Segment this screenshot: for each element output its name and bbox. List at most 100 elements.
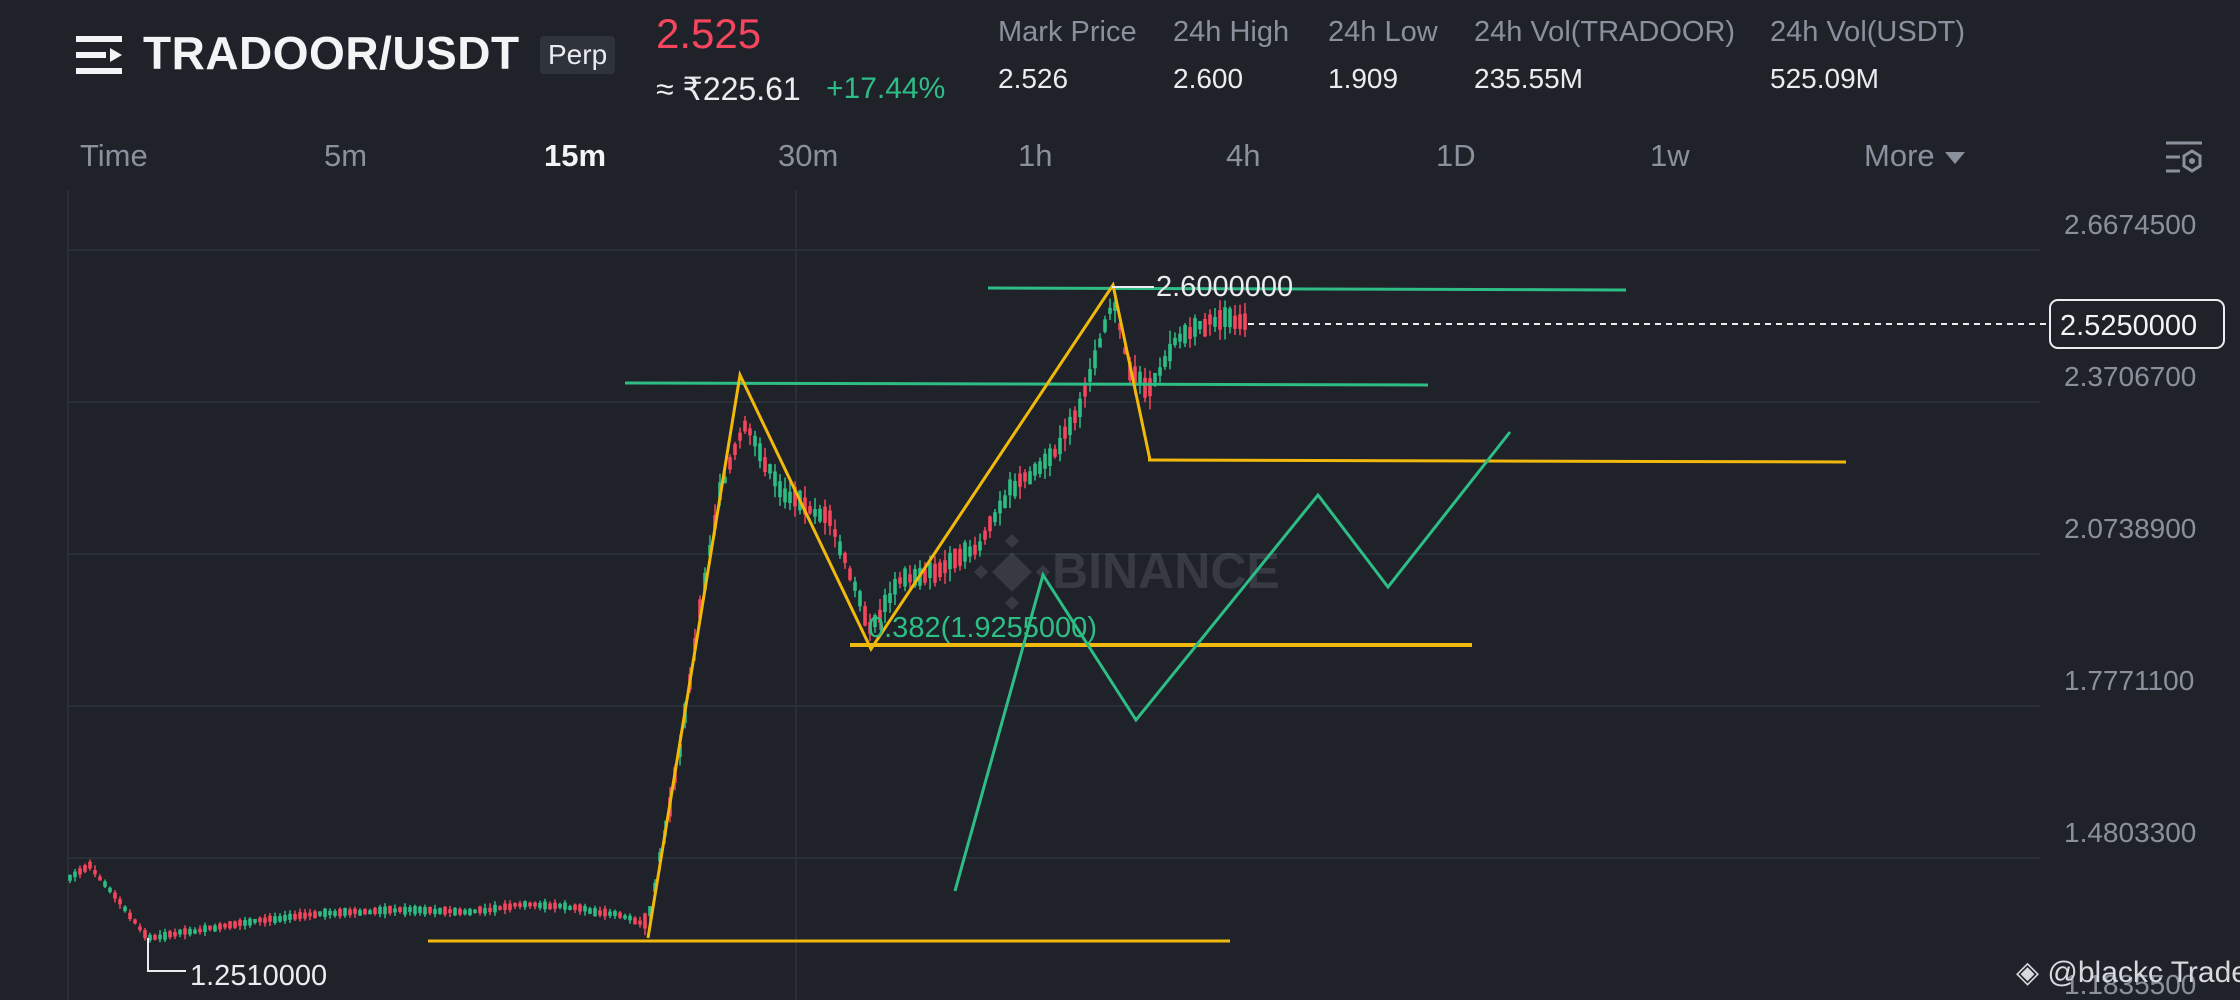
- tab-15m[interactable]: 15m: [544, 138, 606, 174]
- candle-body: [493, 904, 497, 913]
- change-percent: +17.44%: [826, 72, 946, 105]
- signal-icon: ◈: [2016, 956, 2040, 989]
- candle-body: [393, 908, 397, 913]
- candle-body: [538, 902, 542, 908]
- tab-4h[interactable]: 4h: [1226, 138, 1260, 174]
- candle-body: [253, 918, 257, 923]
- stat-24h-vol-base: 24h Vol(TRADOOR) 235.55M: [1474, 16, 1735, 95]
- candle-body: [103, 881, 107, 887]
- candle-body: [283, 914, 287, 921]
- chevron-down-icon: [1944, 151, 1965, 164]
- watermark-logo-text: BINANCE: [1052, 543, 1280, 599]
- menu-icon[interactable]: [76, 34, 122, 76]
- candle-body: [1103, 319, 1107, 332]
- candle-body: [963, 542, 967, 562]
- tab-1w[interactable]: 1w: [1650, 138, 1690, 174]
- chart-settings-icon[interactable]: [2164, 139, 2204, 179]
- binance-logo-icon: [973, 533, 1051, 611]
- candle-body: [553, 902, 557, 909]
- candle-body: [818, 508, 822, 522]
- candle-body: [1193, 318, 1197, 337]
- tab-5m[interactable]: 5m: [324, 138, 367, 174]
- candle-body: [1208, 314, 1212, 325]
- low-marker-tick: [147, 938, 186, 972]
- candle-body: [453, 907, 457, 916]
- candle-body: [1143, 377, 1147, 398]
- candle-body: [403, 906, 407, 915]
- candle-body: [613, 910, 617, 916]
- candle-body: [163, 931, 167, 940]
- price-axis-tick: 2.0738900: [2064, 513, 2196, 544]
- tab-1d[interactable]: 1D: [1436, 138, 1476, 174]
- candle-body: [88, 861, 92, 869]
- candle-body: [823, 506, 827, 523]
- candle-body: [763, 457, 767, 473]
- candle-body: [1213, 316, 1217, 327]
- current-price-value: 2.5250000: [2060, 310, 2197, 342]
- candle-body: [853, 581, 857, 591]
- candle-body: [758, 443, 762, 462]
- candle-body: [1228, 308, 1232, 328]
- candle-body: [478, 906, 482, 913]
- candle-body: [328, 910, 332, 916]
- drawing-projection-green[interactable]: [953, 431, 1512, 892]
- candle-body: [228, 921, 232, 929]
- low-price-label: 1.2510000: [190, 960, 327, 992]
- candle-body: [733, 443, 737, 455]
- candle-body: [888, 593, 892, 603]
- candle-body: [893, 578, 897, 595]
- price-axis-tick: 1.7771100: [2064, 665, 2194, 696]
- last-price: 2.525: [656, 10, 762, 57]
- candle-body: [543, 901, 547, 910]
- candle-body: [883, 594, 887, 613]
- candle-body: [898, 577, 902, 584]
- candle-body: [548, 903, 552, 910]
- candle-body: [1163, 356, 1167, 367]
- price-chart[interactable]: BINANCE 2.6000000 1.2510000 0.382(1.9255…: [0, 190, 2240, 1000]
- candle-body: [1223, 307, 1227, 327]
- candle-body: [753, 435, 757, 447]
- candle-body: [608, 911, 612, 916]
- stat-24h-high: 24h High 2.600: [1173, 16, 1289, 95]
- candle-body: [748, 428, 752, 436]
- candle-body: [1178, 333, 1182, 342]
- candle-body: [368, 910, 372, 915]
- candle-body: [603, 908, 607, 917]
- tab-30m[interactable]: 30m: [778, 138, 838, 174]
- candle-body: [133, 919, 137, 924]
- candle-body: [313, 911, 317, 918]
- drawing-hline-high[interactable]: [987, 286, 1627, 292]
- fiat-price: ≈ ₹225.61: [656, 71, 801, 107]
- candle-body: [593, 908, 597, 917]
- candle-body: [983, 530, 987, 540]
- stat-label: 24h Low: [1328, 16, 1438, 48]
- candle-body: [998, 500, 1002, 514]
- candle-body: [948, 552, 952, 570]
- candle-body: [238, 920, 242, 926]
- candle-body: [93, 870, 97, 875]
- candle-body: [1148, 378, 1152, 397]
- candle-body: [83, 865, 87, 872]
- candle-body: [323, 908, 327, 917]
- candle-body: [838, 541, 842, 556]
- tab-more[interactable]: More: [1864, 138, 1965, 174]
- candle-body: [223, 923, 227, 928]
- candle-body: [78, 868, 82, 875]
- candle-body: [213, 925, 217, 932]
- candle-body: [183, 928, 187, 935]
- candle-body: [1018, 473, 1022, 487]
- candle-body: [783, 488, 787, 503]
- candle-body: [1168, 343, 1172, 362]
- contract-badge: Perp: [540, 36, 616, 74]
- candle-body: [563, 902, 567, 910]
- tab-1h[interactable]: 1h: [1018, 138, 1052, 174]
- tab-time[interactable]: Time: [80, 138, 148, 174]
- candle-body: [1053, 448, 1057, 457]
- drawing-hline-support[interactable]: [1147, 458, 1847, 464]
- symbol-title[interactable]: TRADOOR/USDT: [143, 26, 520, 80]
- candle-body: [988, 516, 992, 532]
- candle-body: [583, 905, 587, 912]
- candle-body: [623, 915, 627, 919]
- candle-body: [528, 902, 532, 907]
- ticker-header: TRADOOR/USDT Perp 2.525 ≈ ₹225.61 +17.44…: [0, 0, 2240, 130]
